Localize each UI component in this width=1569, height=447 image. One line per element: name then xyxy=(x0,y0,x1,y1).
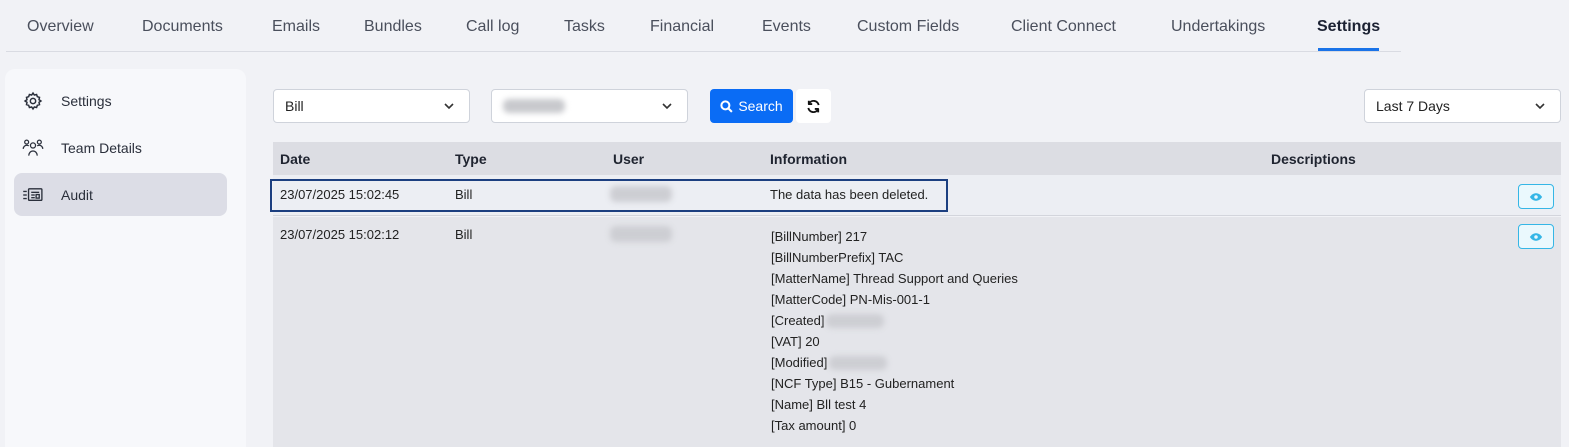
info-line-label: [Created] xyxy=(771,313,825,328)
sidebar-item-team-details[interactable]: Team Details xyxy=(14,126,227,169)
date-range-select[interactable]: Last 7 Days xyxy=(1364,89,1561,123)
info-line: [VAT] 20 xyxy=(771,334,820,349)
sidebar-item-audit[interactable]: Audit xyxy=(14,173,227,216)
tab-overview[interactable]: Overview xyxy=(27,18,94,36)
search-button-label: Search xyxy=(738,98,783,114)
info-line: [Name] Bll test 4 xyxy=(771,397,867,412)
info-line-modified: [Modified] xyxy=(771,352,1018,373)
active-tab-indicator xyxy=(1318,48,1379,51)
gear-icon xyxy=(22,90,44,112)
created-value-redacted xyxy=(826,313,885,328)
tab-financial[interactable]: Financial xyxy=(650,18,714,36)
type-select[interactable]: Bill xyxy=(273,89,470,123)
search-icon xyxy=(720,99,733,113)
eye-icon xyxy=(1529,232,1543,241)
info-line-label: [Modified] xyxy=(771,355,828,370)
info-line: [MatterName] Thread Support and Queries xyxy=(771,271,1018,286)
refresh-button[interactable] xyxy=(796,89,831,123)
audit-icon xyxy=(22,184,44,206)
date-range-value: Last 7 Days xyxy=(1376,98,1450,114)
column-header-date: Date xyxy=(280,151,311,167)
row-date: 23/07/2025 15:02:12 xyxy=(280,227,400,242)
highlight-box xyxy=(270,179,948,212)
column-header-descriptions: Descriptions xyxy=(1271,151,1356,167)
tab-undertakings[interactable]: Undertakings xyxy=(1171,18,1265,36)
info-line: [Tax amount] 0 xyxy=(771,418,857,433)
info-line: [NCF Type] B15 - Gubernament xyxy=(771,376,955,391)
sidebar-item-label: Team Details xyxy=(61,139,142,156)
user-select-value-redacted xyxy=(503,99,565,113)
type-select-value: Bill xyxy=(285,98,304,114)
modified-value-redacted xyxy=(829,355,888,370)
tab-custom-fields[interactable]: Custom Fields xyxy=(857,18,959,36)
tab-documents[interactable]: Documents xyxy=(142,18,223,36)
tab-call-log[interactable]: Call log xyxy=(466,18,519,36)
row-information: [BillNumber] 217 [BillNumberPrefix] TAC … xyxy=(771,226,1018,436)
sidebar-item-settings[interactable]: Settings xyxy=(14,79,227,122)
team-icon xyxy=(22,137,44,159)
eye-icon xyxy=(1529,192,1543,201)
refresh-icon xyxy=(807,99,820,113)
info-line-created: [Created] xyxy=(771,310,1018,331)
row-type: Bill xyxy=(455,227,473,242)
tab-tasks[interactable]: Tasks xyxy=(564,18,605,36)
view-details-button[interactable] xyxy=(1518,184,1554,209)
column-header-user: User xyxy=(613,151,645,167)
column-header-information: Information xyxy=(770,151,847,167)
view-details-button[interactable] xyxy=(1518,224,1554,249)
row-user-redacted xyxy=(610,226,672,242)
info-line: [MatterCode] PN-Mis-001-1 xyxy=(771,292,930,307)
sidebar-item-label: Audit xyxy=(61,186,93,203)
tab-events[interactable]: Events xyxy=(762,18,811,36)
user-select[interactable] xyxy=(491,89,688,123)
column-header-type: Type xyxy=(455,151,487,167)
tab-bundles[interactable]: Bundles xyxy=(364,18,422,36)
tab-emails[interactable]: Emails xyxy=(272,18,320,36)
chevron-down-icon xyxy=(662,103,672,110)
tab-bar: Overview Documents Emails Bundles Call l… xyxy=(6,0,1401,52)
audit-table-header: Date Type User Information Descriptions xyxy=(273,142,1561,175)
chevron-down-icon xyxy=(1535,103,1545,110)
tab-client-connect[interactable]: Client Connect xyxy=(1011,18,1116,36)
chevron-down-icon xyxy=(444,103,454,110)
sidebar-item-label: Settings xyxy=(61,92,112,109)
tab-settings[interactable]: Settings xyxy=(1317,18,1380,36)
info-line: [BillNumberPrefix] TAC xyxy=(771,250,904,265)
search-button[interactable]: Search xyxy=(710,89,793,123)
info-line: [BillNumber] 217 xyxy=(771,229,868,244)
